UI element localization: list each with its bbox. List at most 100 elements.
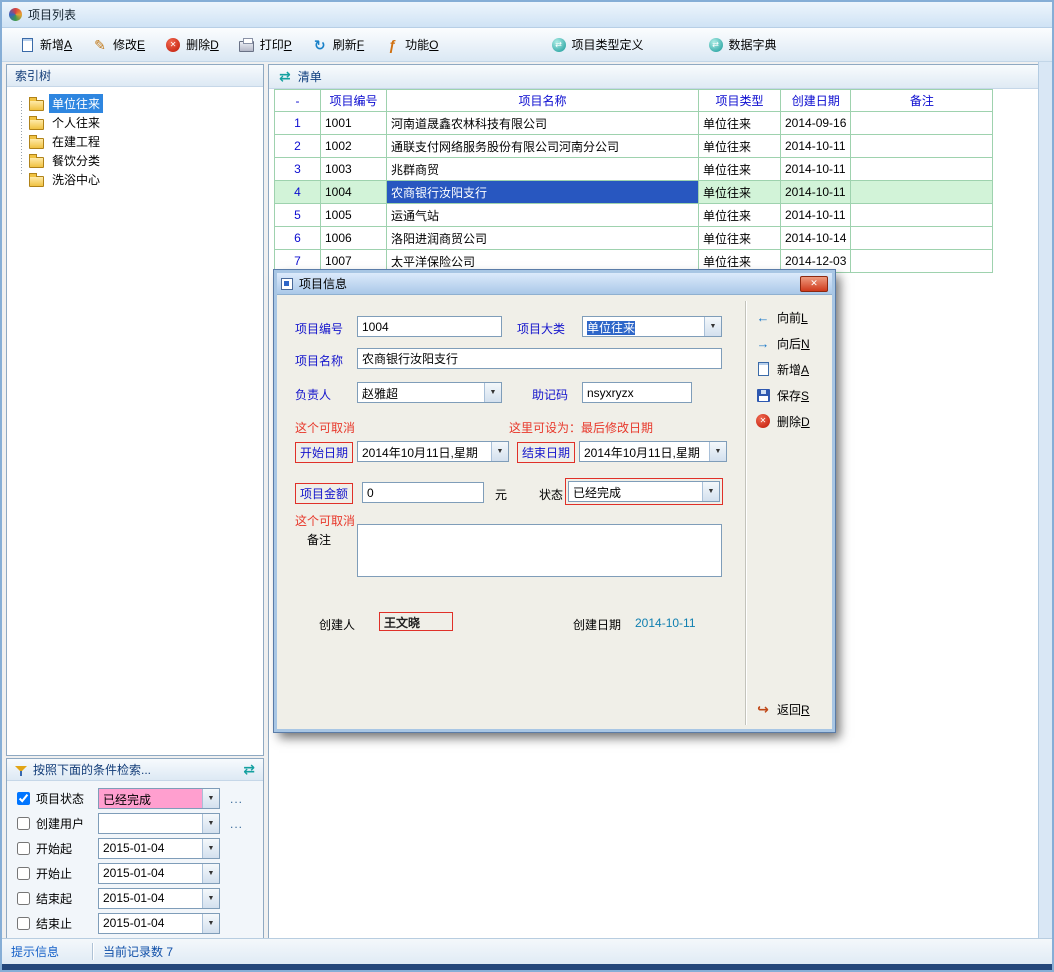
swap-icon[interactable]: ⇄	[279, 68, 291, 85]
row-number[interactable]: 5	[275, 204, 321, 227]
start-to-checkbox[interactable]	[17, 867, 30, 880]
cell-note[interactable]	[851, 112, 993, 135]
table-row[interactable]: 5 1005 运通气站 单位往来 2014-10-11	[275, 204, 993, 227]
chevron-down-icon[interactable]	[202, 889, 219, 908]
start-to-date-combo[interactable]: 2015-01-04	[98, 863, 220, 884]
swap-icon[interactable]: ⇄	[243, 761, 255, 778]
tree-item-unit-contacts[interactable]: 单位往来	[11, 94, 259, 113]
cell-note[interactable]	[851, 135, 993, 158]
dialog-delete-button[interactable]: 删除D	[755, 411, 835, 431]
cell-note[interactable]	[851, 158, 993, 181]
close-button[interactable]: ✕	[800, 276, 828, 292]
table-row[interactable]: 1 1001 河南道晟鑫农林科技有限公司 单位往来 2014-09-16	[275, 112, 993, 135]
end-to-date-combo[interactable]: 2015-01-04	[98, 913, 220, 934]
cell-code[interactable]: 1001	[321, 112, 387, 135]
dialog-title-bar[interactable]: 项目信息 ✕	[277, 273, 832, 295]
chevron-down-icon[interactable]	[202, 814, 219, 833]
cell-name[interactable]: 运通气站	[387, 204, 699, 227]
cell-note[interactable]	[851, 204, 993, 227]
table-row[interactable]: 3 1003 兆群商贸 单位往来 2014-10-11	[275, 158, 993, 181]
cell-date[interactable]: 2014-10-11	[781, 135, 851, 158]
status-filter-combo[interactable]: 已经完成	[98, 788, 220, 809]
end-from-date-combo[interactable]: 2015-01-04	[98, 888, 220, 909]
remark-textarea[interactable]	[357, 524, 722, 577]
cell-name[interactable]: 农商银行汝阳支行	[387, 181, 699, 204]
cell-type[interactable]: 单位往来	[699, 227, 781, 250]
chevron-down-icon[interactable]	[491, 442, 508, 461]
tree-item-bath-center[interactable]: 洗浴中心	[11, 170, 259, 189]
cell-date[interactable]: 2014-10-14	[781, 227, 851, 250]
chevron-down-icon[interactable]	[202, 914, 219, 933]
tree-item-in-progress-projects[interactable]: 在建工程	[11, 132, 259, 151]
return-button[interactable]: ↪ 返回R	[755, 699, 810, 719]
tree-item-personal-contacts[interactable]: 个人往来	[11, 113, 259, 132]
project-type-define-button[interactable]: 项目类型定义	[544, 32, 651, 57]
cell-note[interactable]	[851, 227, 993, 250]
cell-type[interactable]: 单位往来	[699, 135, 781, 158]
mnemonic-input[interactable]	[582, 382, 692, 403]
cell-name[interactable]: 兆群商贸	[387, 158, 699, 181]
chevron-down-icon[interactable]	[709, 442, 726, 461]
cell-name[interactable]: 通联支付网络服务股份有限公司河南分公司	[387, 135, 699, 158]
cell-type[interactable]: 单位往来	[699, 204, 781, 227]
owner-combo[interactable]: 赵雅超	[357, 382, 502, 403]
edit-button[interactable]: ✎ 修改E	[85, 32, 152, 57]
creator-filter-checkbox[interactable]	[17, 817, 30, 830]
chevron-down-icon[interactable]	[702, 482, 719, 501]
creator-filter-combo[interactable]	[98, 813, 220, 834]
col-header-note[interactable]: 备注	[851, 90, 993, 112]
col-header-code[interactable]: 项目编号	[321, 90, 387, 112]
cell-date[interactable]: 2014-10-11	[781, 181, 851, 204]
col-header-num[interactable]: -	[275, 90, 321, 112]
tree-item-catering-category[interactable]: 餐饮分类	[11, 151, 259, 170]
cell-code[interactable]: 1002	[321, 135, 387, 158]
refresh-button[interactable]: ↻ 刷新F	[305, 32, 371, 57]
status-filter-checkbox[interactable]	[17, 792, 30, 805]
vertical-scrollbar[interactable]	[1038, 62, 1052, 942]
row-number[interactable]: 6	[275, 227, 321, 250]
row-number[interactable]: 2	[275, 135, 321, 158]
cell-code[interactable]: 1003	[321, 158, 387, 181]
dialog-add-button[interactable]: 新增A	[755, 359, 835, 379]
cell-type[interactable]: 单位往来	[699, 112, 781, 135]
next-record-button[interactable]: → 向后N	[755, 333, 835, 353]
project-category-combo[interactable]: 单位往来	[582, 316, 722, 337]
cell-type[interactable]: 单位往来	[699, 181, 781, 204]
row-number[interactable]: 3	[275, 158, 321, 181]
end-to-checkbox[interactable]	[17, 917, 30, 930]
end-date-combo[interactable]: 2014年10月11日,星期	[579, 441, 727, 462]
start-from-date-combo[interactable]: 2015-01-04	[98, 838, 220, 859]
chevron-down-icon[interactable]	[202, 839, 219, 858]
cell-note[interactable]	[851, 181, 993, 204]
col-header-name[interactable]: 项目名称	[387, 90, 699, 112]
col-header-date[interactable]: 创建日期	[781, 90, 851, 112]
table-row-selected[interactable]: 4 1004 农商银行汝阳支行 单位往来 2014-10-11	[275, 181, 993, 204]
cell-code[interactable]: 1006	[321, 227, 387, 250]
end-from-checkbox[interactable]	[17, 892, 30, 905]
print-button[interactable]: 打印P	[232, 32, 299, 57]
start-date-combo[interactable]: 2014年10月11日,星期	[357, 441, 509, 462]
cell-date[interactable]: 2014-10-11	[781, 158, 851, 181]
function-button[interactable]: ƒ 功能O	[377, 32, 445, 57]
delete-button[interactable]: 删除D	[158, 32, 226, 57]
amount-input[interactable]	[362, 482, 484, 503]
chevron-down-icon[interactable]	[202, 789, 219, 808]
project-name-input[interactable]	[357, 348, 722, 369]
chevron-down-icon[interactable]	[704, 317, 721, 336]
row-number[interactable]: 1	[275, 112, 321, 135]
creator-filter-more-button[interactable]: ...	[226, 817, 243, 831]
cell-code[interactable]: 1004	[321, 181, 387, 204]
cell-date[interactable]: 2014-10-11	[781, 204, 851, 227]
chevron-down-icon[interactable]	[202, 864, 219, 883]
cell-note[interactable]	[851, 250, 993, 273]
cell-name[interactable]: 河南道晟鑫农林科技有限公司	[387, 112, 699, 135]
save-button[interactable]: 保存S	[755, 385, 835, 405]
status-filter-more-button[interactable]: ...	[226, 792, 243, 806]
project-code-input[interactable]	[357, 316, 502, 337]
prev-record-button[interactable]: ← 向前L	[755, 307, 835, 327]
cell-name[interactable]: 洛阳进润商贸公司	[387, 227, 699, 250]
col-header-type[interactable]: 项目类型	[699, 90, 781, 112]
cell-date[interactable]: 2014-09-16	[781, 112, 851, 135]
table-row[interactable]: 2 1002 通联支付网络服务股份有限公司河南分公司 单位往来 2014-10-…	[275, 135, 993, 158]
cell-code[interactable]: 1005	[321, 204, 387, 227]
